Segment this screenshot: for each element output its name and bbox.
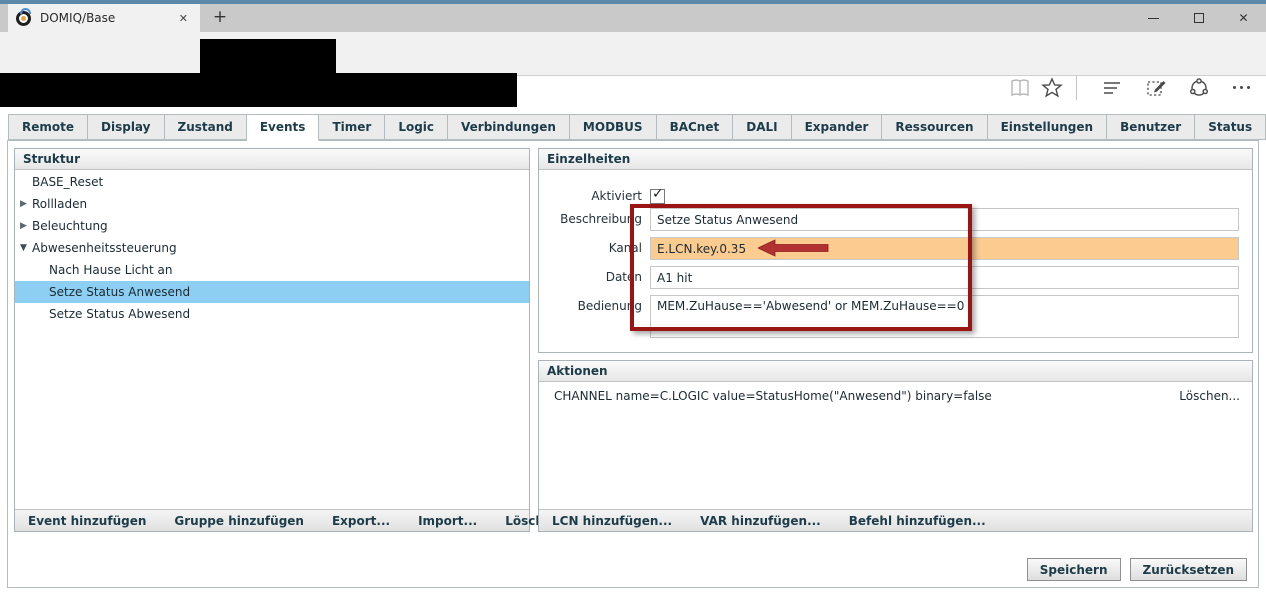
tab-display[interactable]: Display	[88, 114, 164, 140]
tree-item-setze-status-abwesend[interactable]: Setze Status Abwesend	[15, 303, 529, 325]
tab-verbindungen[interactable]: Verbindungen	[448, 114, 570, 140]
save-button-row: Speichern Zurücksetzen	[1027, 558, 1247, 581]
beschreibung-input[interactable]	[650, 208, 1239, 231]
kanal-input[interactable]	[650, 237, 1239, 260]
site-favicon	[16, 11, 31, 26]
favorites-star-icon[interactable]	[1040, 76, 1064, 100]
minimize-icon	[1148, 18, 1159, 19]
collapsed-arrow-icon[interactable]: ▶	[20, 193, 31, 215]
check-icon: ✓	[652, 186, 664, 202]
tree-item-beleuchtung[interactable]: ▶Beleuchtung	[15, 215, 529, 237]
einzelheiten-panel-title: Einzelheiten	[539, 149, 1252, 170]
tab-zustand[interactable]: Zustand	[165, 114, 247, 140]
collapsed-arrow-icon[interactable]: ▶	[20, 215, 31, 237]
browser-tab[interactable]: DOMIQ/Base ✕	[8, 4, 200, 32]
zuruecksetzen-button[interactable]: Zurücksetzen	[1130, 558, 1247, 581]
struktur-panel-title: Struktur	[15, 149, 529, 170]
new-tab-button[interactable]: +	[204, 4, 236, 32]
event-tree: BASE_Reset ▶Rollladen ▶Beleuchtung ▼Abwe…	[15, 171, 529, 325]
befehl-hinzufuegen-button[interactable]: Befehl hinzufügen...	[849, 514, 986, 528]
redaction-box	[0, 73, 517, 107]
daten-input[interactable]	[650, 266, 1239, 289]
app-tab-strip: Remote Display Zustand Events Timer Logi…	[8, 114, 1266, 141]
share-icon[interactable]	[1187, 76, 1211, 100]
tab-close-icon[interactable]: ✕	[175, 10, 192, 27]
lcn-hinzufuegen-button[interactable]: LCN hinzufügen...	[552, 514, 672, 528]
gruppe-hinzufuegen-button[interactable]: Gruppe hinzufügen	[174, 514, 304, 528]
einzelheiten-panel: Einzelheiten Aktiviert ✓ Beschreibung Ka…	[538, 148, 1253, 353]
beschreibung-label: Beschreibung	[539, 208, 642, 230]
expanded-arrow-icon[interactable]: ▼	[20, 237, 31, 259]
maximize-button[interactable]	[1176, 4, 1221, 32]
export-button[interactable]: Export...	[332, 514, 390, 528]
tree-item-nach-hause-licht-an[interactable]: Nach Hause Licht an	[15, 259, 529, 281]
browser-tab-title: DOMIQ/Base	[40, 11, 175, 25]
toolbar-divider	[1076, 76, 1077, 100]
aktion-text: CHANNEL name=C.LOGIC value=StatusHome("A…	[554, 389, 992, 403]
tab-dali[interactable]: DALI	[733, 114, 791, 140]
tab-expander[interactable]: Expander	[792, 114, 883, 140]
reading-view-icon[interactable]	[1008, 76, 1032, 100]
tab-remote[interactable]: Remote	[8, 114, 88, 140]
tab-modbus[interactable]: MODBUS	[570, 114, 657, 140]
tab-benutzer[interactable]: Benutzer	[1107, 114, 1195, 140]
aktionen-panel-title: Aktionen	[539, 361, 1252, 382]
aktion-row[interactable]: CHANNEL name=C.LOGIC value=StatusHome("A…	[539, 389, 1252, 403]
more-actions-icon[interactable]	[1233, 86, 1250, 89]
tree-item-setze-status-anwesend[interactable]: Setze Status Anwesend	[15, 281, 529, 303]
kanal-label: Kanal	[539, 237, 642, 259]
daten-label: Daten	[539, 266, 642, 288]
struktur-toolbar: Event hinzufügen Gruppe hinzufügen Expor…	[15, 509, 529, 531]
tab-einstellungen[interactable]: Einstellungen	[988, 114, 1107, 140]
struktur-panel: Struktur BASE_Reset ▶Rollladen ▶Beleucht…	[14, 148, 530, 532]
window-close-button[interactable]: ✕	[1221, 4, 1266, 32]
web-note-icon[interactable]	[1145, 76, 1169, 100]
aktiviert-checkbox[interactable]: ✓	[650, 189, 665, 204]
tab-status[interactable]: Status	[1195, 114, 1266, 140]
browser-toolbar	[0, 32, 1266, 76]
bedienung-textarea[interactable]: MEM.ZuHause=='Abwesend' or MEM.ZuHause==…	[650, 295, 1239, 338]
bedienung-label: Bedienung	[539, 295, 642, 317]
tab-ressourcen[interactable]: Ressourcen	[882, 114, 987, 140]
aktionen-toolbar: LCN hinzufügen... VAR hinzufügen... Befe…	[539, 509, 1252, 531]
event-hinzufuegen-button[interactable]: Event hinzufügen	[28, 514, 146, 528]
hub-icon[interactable]	[1100, 76, 1124, 100]
minimize-button[interactable]	[1131, 4, 1176, 32]
speichern-button[interactable]: Speichern	[1027, 558, 1121, 581]
aktion-loeschen-button[interactable]: Löschen...	[1179, 389, 1240, 403]
maximize-icon	[1194, 13, 1204, 23]
tab-timer[interactable]: Timer	[319, 114, 385, 140]
import-button[interactable]: Import...	[418, 514, 477, 528]
browser-tab-bar: DOMIQ/Base ✕ + ✕	[0, 4, 1266, 32]
tab-logic[interactable]: Logic	[385, 114, 448, 140]
tree-item-abwesenheitssteuerung[interactable]: ▼Abwesenheitssteuerung	[15, 237, 529, 259]
var-hinzufuegen-button[interactable]: VAR hinzufügen...	[700, 514, 821, 528]
tree-item-base-reset[interactable]: BASE_Reset	[15, 171, 529, 193]
aktiviert-label: Aktiviert	[539, 185, 642, 207]
redaction-box	[200, 39, 336, 74]
aktionen-panel: Aktionen CHANNEL name=C.LOGIC value=Stat…	[538, 360, 1253, 532]
tree-item-rollladen[interactable]: ▶Rollladen	[15, 193, 529, 215]
tab-bacnet[interactable]: BACnet	[657, 114, 734, 140]
events-page: Struktur BASE_Reset ▶Rollladen ▶Beleucht…	[7, 140, 1259, 588]
tab-events[interactable]: Events	[247, 114, 320, 141]
